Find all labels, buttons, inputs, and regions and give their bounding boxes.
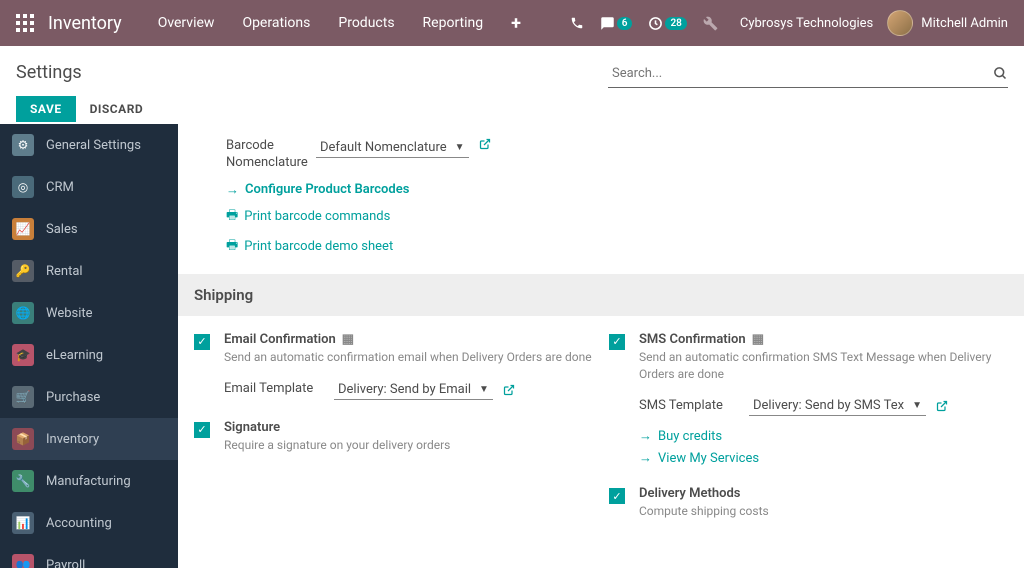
user-name[interactable]: Mitchell Admin [921,16,1008,31]
sms-template-dropdown[interactable]: Delivery: Send by SMS Tex▼ [749,396,926,416]
nav-operations[interactable]: Operations [228,0,324,46]
sidebar-item-sales[interactable]: 📈Sales [0,208,178,250]
search-input[interactable] [608,60,993,87]
email-confirmation-title: Email Confirmation [224,332,336,347]
sidebar-item-label: CRM [46,180,74,195]
sms-confirmation-checkbox[interactable]: ✓ [609,334,625,350]
shipping-section-header: Shipping [178,274,1024,316]
buy-credits-link[interactable]: →Buy credits [639,428,1008,444]
email-template-dropdown[interactable]: Delivery: Send by Email▼ [334,380,493,400]
company-name[interactable]: Cybrosys Technologies [740,16,873,31]
delivery-methods-title: Delivery Methods [639,486,740,501]
settings-content: Barcode Nomenclature Default Nomenclatur… [178,124,1024,568]
chevron-down-icon: ▼ [455,142,465,153]
signature-desc: Require a signature on your delivery ord… [224,437,593,454]
arrow-right-icon: → [639,450,652,466]
sidebar-item-inventory[interactable]: 📦Inventory [0,418,178,460]
save-button[interactable]: SAVE [16,96,76,122]
sidebar-item-label: Accounting [46,516,112,531]
print-icon: 🖶 [226,236,238,258]
delivery-methods-desc: Compute shipping costs [639,503,1008,520]
signature-checkbox[interactable]: ✓ [194,422,210,438]
delivery-methods-checkbox[interactable]: ✓ [609,488,625,504]
sidebar-item-label: Payroll [46,558,85,568]
print-icon: 🖶 [226,206,238,228]
sms-confirmation-title: SMS Confirmation [639,332,746,347]
barcode-nomenclature-label: Barcode Nomenclature [226,138,316,172]
search-box[interactable] [608,60,1008,88]
signature-title: Signature [224,420,280,435]
sidebar-item-label: Manufacturing [46,474,131,489]
nav-reporting[interactable]: Reporting [409,0,498,46]
sms-confirmation-desc: Send an automatic confirmation SMS Text … [639,349,1008,383]
sidebar-item-label: Sales [46,222,78,237]
email-confirmation-desc: Send an automatic confirmation email whe… [224,349,593,366]
app-brand[interactable]: Inventory [48,13,122,34]
chevron-down-icon: ▼ [479,384,489,395]
chat-icon[interactable]: 6 [600,16,633,31]
sidebar-item-label: Purchase [46,390,100,405]
arrow-right-icon: → [639,428,652,444]
sidebar-item-payroll[interactable]: 👥Payroll [0,544,178,568]
sidebar-item-website[interactable]: 🌐Website [0,292,178,334]
external-link-icon[interactable] [503,384,515,396]
sidebar-item-label: Rental [46,264,83,279]
nav-new-icon[interactable]: + [497,0,535,46]
sidebar-item-elearning[interactable]: 🎓eLearning [0,334,178,376]
activity-icon[interactable]: 28 [648,16,686,31]
sidebar-item-label: Website [46,306,93,321]
module-icon: ▦ [752,332,764,347]
sidebar-item-manufacturing[interactable]: 🔧Manufacturing [0,460,178,502]
sidebar-item-purchase[interactable]: 🛒Purchase [0,376,178,418]
nav-products[interactable]: Products [324,0,408,46]
email-template-label: Email Template [224,381,334,398]
sms-template-label: SMS Template [639,398,749,415]
avatar[interactable] [887,10,913,36]
sidebar-item-rental[interactable]: 🔑Rental [0,250,178,292]
barcode-nomenclature-dropdown[interactable]: Default Nomenclature▼ [316,138,469,158]
apps-grid-icon[interactable] [16,14,34,32]
external-link-icon[interactable] [479,138,491,150]
settings-sidebar: ⚙General Settings ◎CRM 📈Sales 🔑Rental 🌐W… [0,124,178,568]
control-panel: Settings SAVE DISCARD [0,46,1024,124]
print-barcode-commands-link[interactable]: 🖶Print barcode commands [178,202,1024,232]
external-link-icon[interactable] [936,400,948,412]
email-confirmation-checkbox[interactable]: ✓ [194,334,210,350]
sidebar-item-accounting[interactable]: 📊Accounting [0,502,178,544]
sidebar-item-label: General Settings [46,138,141,153]
sidebar-item-label: eLearning [46,348,103,363]
sidebar-item-label: Inventory [46,432,99,447]
chevron-down-icon: ▼ [912,400,922,411]
print-barcode-demo-link[interactable]: 🖶Print barcode demo sheet [178,232,1024,262]
discard-button[interactable]: DISCARD [76,96,158,122]
module-icon: ▦ [342,332,354,347]
arrow-right-icon: → [226,182,239,198]
tools-icon[interactable] [703,16,718,31]
top-navbar: Inventory Overview Operations Products R… [0,0,1024,46]
nav-overview[interactable]: Overview [144,0,229,46]
sidebar-item-crm[interactable]: ◎CRM [0,166,178,208]
sidebar-item-general-settings[interactable]: ⚙General Settings [0,124,178,166]
view-my-services-link[interactable]: →View My Services [639,450,1008,466]
configure-product-barcodes-link[interactable]: →Configure Product Barcodes [178,178,1024,202]
search-icon[interactable] [993,66,1008,81]
phone-icon[interactable] [570,16,584,30]
activity-badge: 28 [665,17,686,30]
chat-badge: 6 [617,17,633,30]
